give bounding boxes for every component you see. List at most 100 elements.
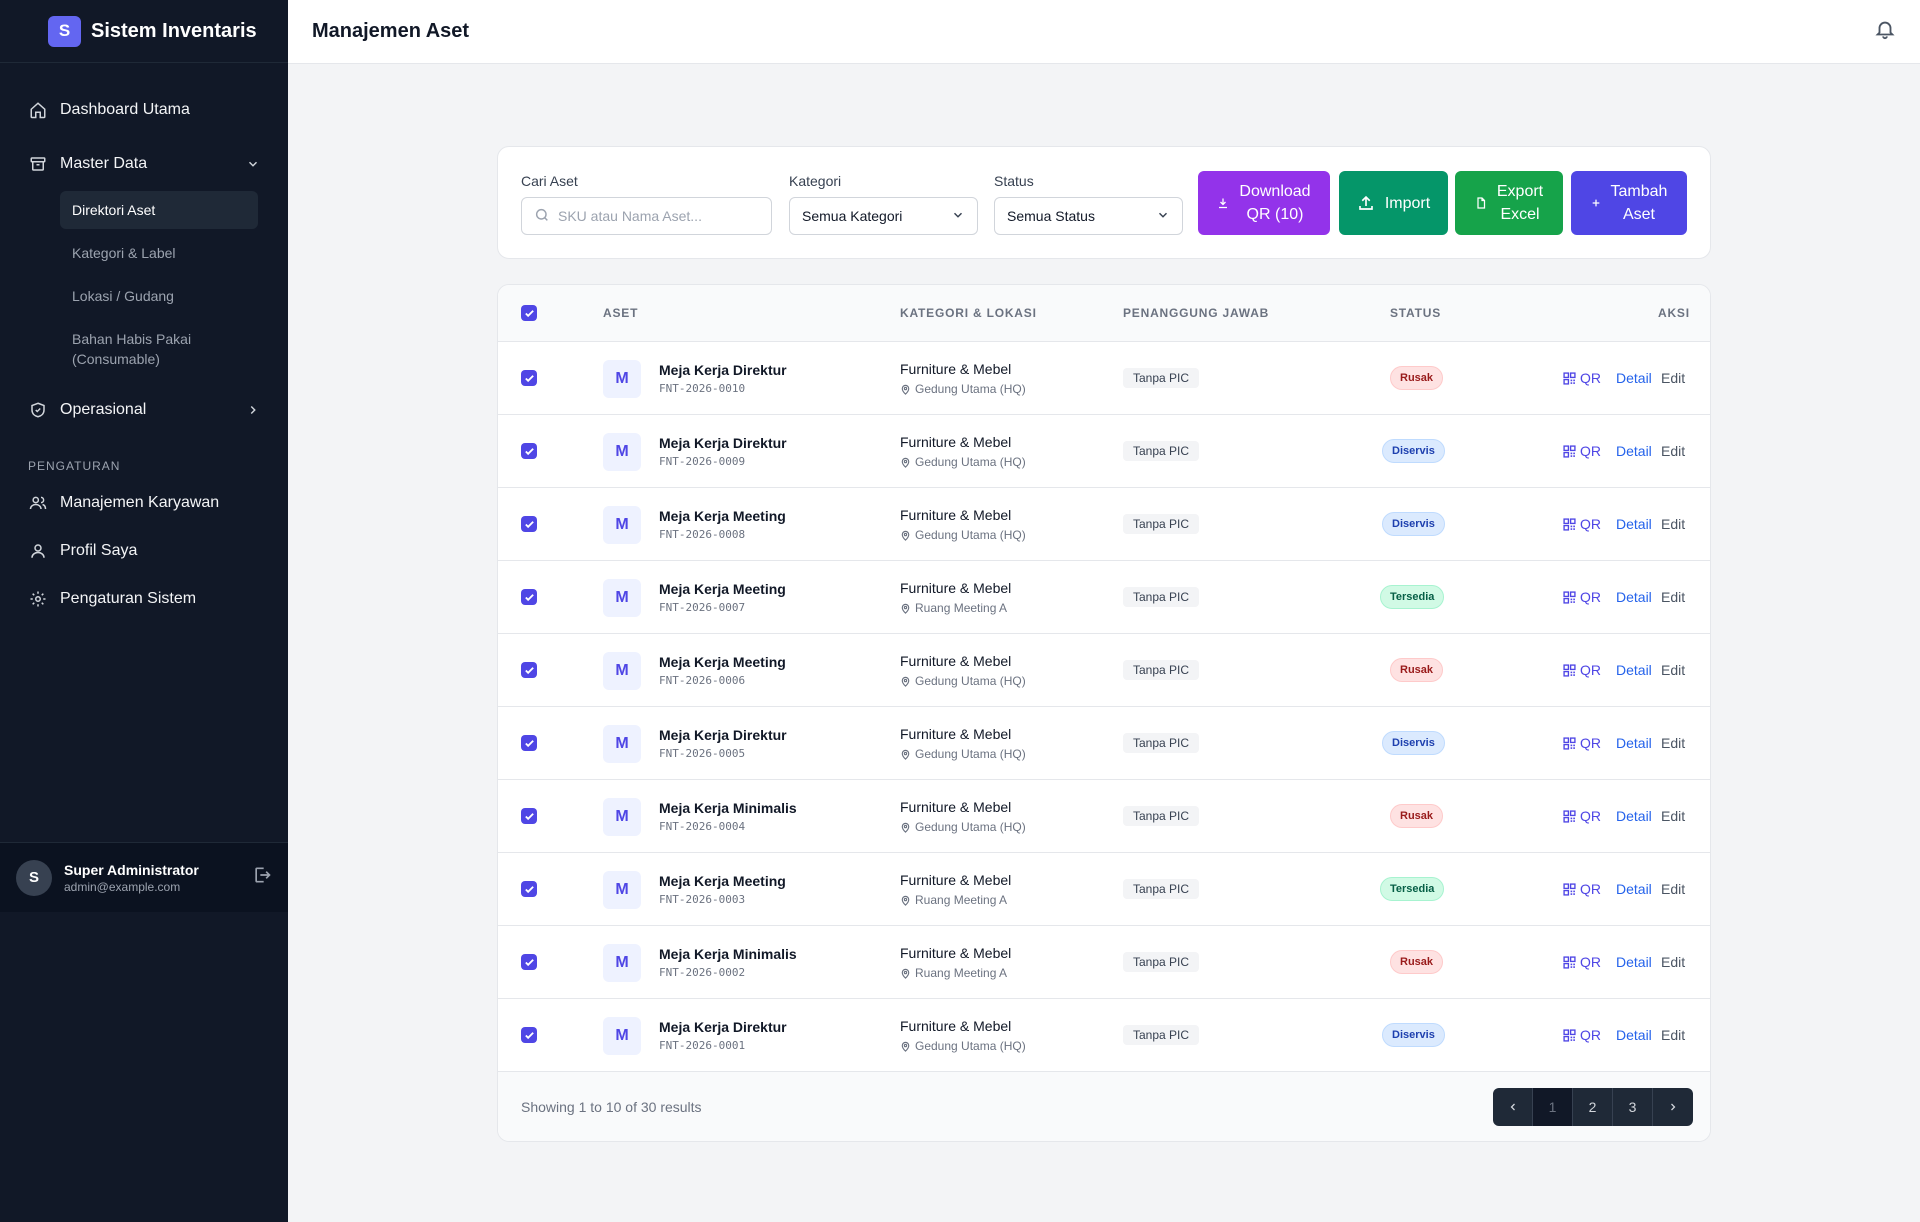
bell-icon[interactable] (1874, 18, 1896, 45)
qr-action[interactable]: QR (1563, 443, 1601, 459)
edit-action[interactable]: Edit (1661, 662, 1685, 678)
asset-thumbnail: M (603, 1017, 641, 1055)
gear-icon (28, 589, 48, 609)
sidebar-subitem-kategori-label[interactable]: Kategori & Label (60, 234, 258, 272)
qr-action[interactable]: QR (1563, 735, 1601, 751)
asset-category: Furniture & Mebel (900, 653, 1012, 669)
status-select[interactable]: Semua Status (994, 197, 1183, 235)
sidebar-subitem-direktori-aset[interactable]: Direktori Aset (60, 191, 258, 229)
add-asset-button[interactable]: Tambah Aset (1571, 171, 1687, 235)
row-checkbox[interactable] (521, 662, 537, 678)
prev-page-button[interactable] (1493, 1088, 1533, 1126)
sidebar-item-label: Operasional (60, 401, 147, 418)
select-all-checkbox[interactable] (521, 305, 537, 321)
detail-action[interactable]: Detail (1616, 370, 1652, 386)
sidebar-item-pengaturan-sistem[interactable]: Pengaturan Sistem (0, 575, 288, 623)
pic-badge: Tanpa PIC (1123, 441, 1200, 461)
edit-action[interactable]: Edit (1661, 881, 1685, 897)
qr-action[interactable]: QR (1563, 881, 1601, 897)
sidebar-item-profil-saya[interactable]: Profil Saya (0, 527, 288, 575)
download-qr-label-line1: Download (1239, 183, 1311, 200)
sidebar-subitem-lokasi-gudang[interactable]: Lokasi / Gudang (60, 277, 258, 315)
column-header-pic: PENANGGUNG JAWAB (1123, 306, 1270, 320)
pic-badge: Tanpa PIC (1123, 879, 1200, 899)
qr-action[interactable]: QR (1563, 808, 1601, 824)
row-checkbox[interactable] (521, 808, 537, 824)
sidebar-item-dashboard[interactable]: Dashboard Utama (0, 83, 288, 137)
edit-action[interactable]: Edit (1661, 516, 1685, 532)
asset-name: Meja Kerja Direktur (659, 1019, 787, 1035)
detail-action[interactable]: Detail (1616, 1027, 1652, 1043)
row-checkbox[interactable] (521, 516, 537, 532)
detail-action[interactable]: Detail (1616, 808, 1652, 824)
current-user: S Super Administrator admin@example.com (0, 842, 288, 912)
asset-category: Furniture & Mebel (900, 945, 1012, 961)
user-info: Super Administrator admin@example.com (64, 862, 252, 894)
detail-action[interactable]: Detail (1616, 662, 1652, 678)
edit-action[interactable]: Edit (1661, 370, 1685, 386)
sidebar-item-master-data[interactable]: Master Data (0, 137, 288, 191)
export-excel-button[interactable]: Export Excel (1455, 171, 1563, 235)
asset-category: Furniture & Mebel (900, 726, 1012, 742)
import-button[interactable]: Import (1339, 171, 1448, 235)
row-checkbox[interactable] (521, 881, 537, 897)
detail-action[interactable]: Detail (1616, 954, 1652, 970)
app-title: Sistem Inventaris (91, 19, 257, 42)
edit-action[interactable]: Edit (1661, 808, 1685, 824)
page-title: Manajemen Aset (312, 20, 470, 42)
sidebar-subitem-bahan-habis-pakai[interactable]: Bahan Habis Pakai (Consumable) (60, 320, 258, 378)
qr-code-icon (1563, 444, 1576, 458)
status-badge: Rusak (1390, 950, 1444, 974)
detail-action[interactable]: Detail (1616, 589, 1652, 605)
search-input[interactable]: SKU atau Nama Aset... (521, 197, 772, 235)
row-checkbox[interactable] (521, 370, 537, 386)
row-checkbox[interactable] (521, 1027, 537, 1043)
edit-action[interactable]: Edit (1661, 589, 1685, 605)
qr-action[interactable]: QR (1563, 954, 1601, 970)
file-icon (1475, 197, 1487, 209)
asset-location: Ruang Meeting A (900, 966, 1007, 980)
detail-action[interactable]: Detail (1616, 443, 1652, 459)
edit-action[interactable]: Edit (1661, 1027, 1685, 1043)
asset-location: Ruang Meeting A (900, 601, 1007, 615)
category-select[interactable]: Semua Kategori (789, 197, 978, 235)
download-icon (1217, 197, 1229, 209)
asset-location: Gedung Utama (HQ) (900, 528, 1026, 542)
detail-action[interactable]: Detail (1616, 735, 1652, 751)
detail-action[interactable]: Detail (1616, 516, 1652, 532)
row-checkbox[interactable] (521, 735, 537, 751)
map-pin-icon (901, 603, 910, 614)
map-pin-icon (901, 384, 910, 395)
chevron-down-icon (246, 157, 260, 171)
master-data-submenu: Direktori Aset Kategori & Label Lokasi /… (0, 191, 288, 378)
qr-action[interactable]: QR (1563, 589, 1601, 605)
column-header-category: KATEGORI & LOKASI (900, 306, 1037, 320)
qr-action[interactable]: QR (1563, 516, 1601, 532)
row-checkbox[interactable] (521, 954, 537, 970)
detail-action[interactable]: Detail (1616, 881, 1652, 897)
asset-name: Meja Kerja Meeting (659, 873, 786, 889)
page-button-1[interactable]: 1 (1533, 1088, 1573, 1126)
page-button-2[interactable]: 2 (1573, 1088, 1613, 1126)
edit-action[interactable]: Edit (1661, 443, 1685, 459)
edit-action[interactable]: Edit (1661, 735, 1685, 751)
row-checkbox[interactable] (521, 443, 537, 459)
brand[interactable]: S Sistem Inventaris (0, 0, 288, 63)
search-icon (534, 207, 550, 226)
logout-icon[interactable] (252, 865, 272, 890)
asset-sku: FNT-2026-0001 (659, 1039, 746, 1052)
qr-action[interactable]: QR (1563, 1027, 1601, 1043)
map-pin-icon (901, 968, 910, 979)
asset-location-text: Gedung Utama (HQ) (915, 747, 1026, 761)
row-checkbox[interactable] (521, 589, 537, 605)
download-qr-button[interactable]: Download QR (10) (1198, 171, 1330, 235)
qr-action[interactable]: QR (1563, 370, 1601, 386)
next-page-button[interactable] (1653, 1088, 1693, 1126)
sidebar-item-operasional[interactable]: Operasional (0, 383, 288, 437)
qr-action[interactable]: QR (1563, 662, 1601, 678)
sidebar-item-manajemen-karyawan[interactable]: Manajemen Karyawan (0, 479, 288, 527)
page-button-3[interactable]: 3 (1613, 1088, 1653, 1126)
results-summary: Showing 1 to 10 of 30 results (521, 1099, 702, 1115)
app-logo: S (48, 15, 81, 47)
edit-action[interactable]: Edit (1661, 954, 1685, 970)
